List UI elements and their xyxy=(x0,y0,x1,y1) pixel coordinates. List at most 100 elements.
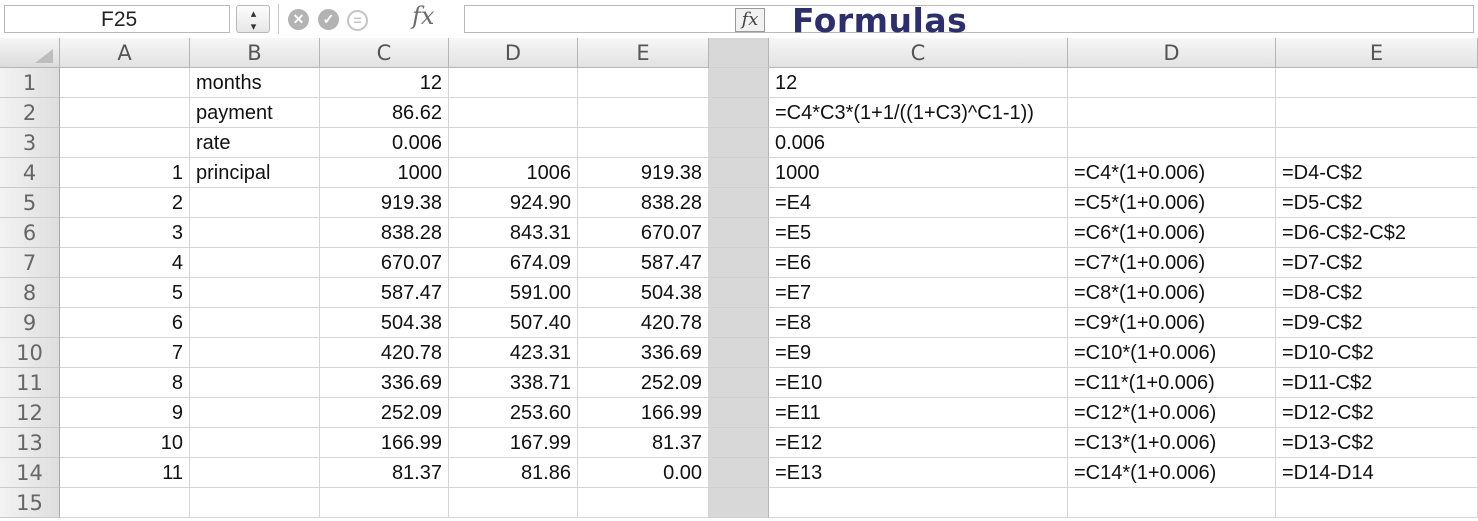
cell-d[interactable]: 507.40 xyxy=(449,308,578,338)
cell-d[interactable]: 924.90 xyxy=(449,188,578,218)
cell-c[interactable]: 504.38 xyxy=(320,308,449,338)
formula-cell-c[interactable]: 0.006 xyxy=(769,128,1068,158)
cell-d[interactable] xyxy=(449,488,578,518)
cell-b[interactable] xyxy=(190,368,320,398)
formula-cell-e[interactable]: =D5-C$2 xyxy=(1276,188,1478,218)
cell-d[interactable] xyxy=(449,68,578,98)
cell-c[interactable]: 420.78 xyxy=(320,338,449,368)
row-header[interactable]: 3 xyxy=(0,128,60,158)
name-box[interactable]: F25 xyxy=(4,5,230,33)
formula-cell-d[interactable] xyxy=(1068,128,1276,158)
cell-d[interactable]: 81.86 xyxy=(449,458,578,488)
cell-a[interactable]: 10 xyxy=(60,428,190,458)
row-header[interactable]: 14 xyxy=(0,458,60,488)
insert-function-circle-icon[interactable]: = xyxy=(347,10,368,31)
cell-a[interactable] xyxy=(60,68,190,98)
row-header[interactable]: 5 xyxy=(0,188,60,218)
formula-cell-c[interactable] xyxy=(769,488,1068,518)
formula-cell-e[interactable]: =D11-C$2 xyxy=(1276,368,1478,398)
cell-d[interactable]: 1006 xyxy=(449,158,578,188)
formula-cell-c[interactable]: =C4*C3*(1+1/((1+C3)^C1-1)) xyxy=(769,98,1068,128)
formula-cell-c[interactable]: 1000 xyxy=(769,158,1068,188)
formula-cell-c[interactable]: =E11 xyxy=(769,398,1068,428)
cell-a[interactable]: 8 xyxy=(60,368,190,398)
row-header[interactable]: 12 xyxy=(0,398,60,428)
formula-cell-d[interactable]: =C5*(1+0.006) xyxy=(1068,188,1276,218)
cell-a[interactable]: 6 xyxy=(60,308,190,338)
formula-cell-d[interactable]: =C4*(1+0.006) xyxy=(1068,158,1276,188)
formula-cell-c[interactable]: =E6 xyxy=(769,248,1068,278)
formula-cell-d[interactable]: =C11*(1+0.006) xyxy=(1068,368,1276,398)
cell-e[interactable]: 0.00 xyxy=(578,458,709,488)
formula-column-header[interactable]: D xyxy=(1068,38,1276,68)
formula-cell-d[interactable]: =C13*(1+0.006) xyxy=(1068,428,1276,458)
formula-cell-c[interactable]: =E12 xyxy=(769,428,1068,458)
cell-a[interactable]: 11 xyxy=(60,458,190,488)
cell-e[interactable] xyxy=(578,488,709,518)
select-all-corner[interactable] xyxy=(0,38,60,68)
cell-d[interactable]: 253.60 xyxy=(449,398,578,428)
formula-cell-e[interactable]: =D14-D14 xyxy=(1276,458,1478,488)
row-header[interactable]: 4 xyxy=(0,158,60,188)
formula-cell-c[interactable]: =E4 xyxy=(769,188,1068,218)
cancel-icon[interactable]: ✕ xyxy=(288,9,309,30)
cell-a[interactable]: 3 xyxy=(60,218,190,248)
formula-cell-c[interactable]: =E7 xyxy=(769,278,1068,308)
row-header[interactable]: 15 xyxy=(0,488,60,518)
formula-cell-e[interactable]: =D13-C$2 xyxy=(1276,428,1478,458)
formula-cell-e[interactable]: =D8-C$2 xyxy=(1276,278,1478,308)
cell-c[interactable] xyxy=(320,488,449,518)
formula-cell-c[interactable]: =E10 xyxy=(769,368,1068,398)
column-header[interactable]: A xyxy=(60,38,190,68)
cell-a[interactable] xyxy=(60,128,190,158)
confirm-icon[interactable]: ✓ xyxy=(318,9,339,30)
formula-cell-d[interactable] xyxy=(1068,488,1276,518)
cell-b[interactable] xyxy=(190,308,320,338)
cell-b[interactable] xyxy=(190,458,320,488)
column-header[interactable]: C xyxy=(320,38,449,68)
formula-cell-d[interactable]: =C7*(1+0.006) xyxy=(1068,248,1276,278)
fx-icon[interactable]: fx xyxy=(412,2,434,30)
cell-e[interactable]: 504.38 xyxy=(578,278,709,308)
cell-d[interactable]: 843.31 xyxy=(449,218,578,248)
cell-d[interactable]: 591.00 xyxy=(449,278,578,308)
cell-c[interactable]: 838.28 xyxy=(320,218,449,248)
cell-e[interactable]: 252.09 xyxy=(578,368,709,398)
row-header[interactable]: 11 xyxy=(0,368,60,398)
cell-d[interactable]: 674.09 xyxy=(449,248,578,278)
cell-c[interactable]: 919.38 xyxy=(320,188,449,218)
column-header[interactable]: B xyxy=(190,38,320,68)
cell-b[interactable] xyxy=(190,248,320,278)
cell-e[interactable]: 420.78 xyxy=(578,308,709,338)
cell-c[interactable]: 1000 xyxy=(320,158,449,188)
formula-cell-e[interactable] xyxy=(1276,488,1478,518)
formula-cell-e[interactable] xyxy=(1276,68,1478,98)
cell-e[interactable] xyxy=(578,128,709,158)
formula-cell-d[interactable] xyxy=(1068,98,1276,128)
cell-a[interactable]: 9 xyxy=(60,398,190,428)
cell-c[interactable]: 166.99 xyxy=(320,428,449,458)
cell-e[interactable] xyxy=(578,68,709,98)
row-header[interactable]: 9 xyxy=(0,308,60,338)
formula-column-header[interactable]: C xyxy=(769,38,1068,68)
cell-c[interactable]: 86.62 xyxy=(320,98,449,128)
cell-a[interactable]: 5 xyxy=(60,278,190,308)
cell-b[interactable]: months xyxy=(190,68,320,98)
cell-c[interactable]: 587.47 xyxy=(320,278,449,308)
cell-a[interactable]: 1 xyxy=(60,158,190,188)
cell-e[interactable] xyxy=(578,98,709,128)
cell-c[interactable]: 670.07 xyxy=(320,248,449,278)
formula-cell-d[interactable]: =C12*(1+0.006) xyxy=(1068,398,1276,428)
cell-b[interactable]: principal xyxy=(190,158,320,188)
cell-c[interactable]: 336.69 xyxy=(320,368,449,398)
formula-cell-d[interactable]: =C8*(1+0.006) xyxy=(1068,278,1276,308)
formula-cell-e[interactable]: =D9-C$2 xyxy=(1276,308,1478,338)
row-header[interactable]: 10 xyxy=(0,338,60,368)
row-header[interactable]: 7 xyxy=(0,248,60,278)
cell-e[interactable]: 587.47 xyxy=(578,248,709,278)
formula-cell-c[interactable]: 12 xyxy=(769,68,1068,98)
cell-c[interactable]: 81.37 xyxy=(320,458,449,488)
formula-cell-e[interactable]: =D10-C$2 xyxy=(1276,338,1478,368)
cell-b[interactable]: payment xyxy=(190,98,320,128)
cell-b[interactable] xyxy=(190,338,320,368)
